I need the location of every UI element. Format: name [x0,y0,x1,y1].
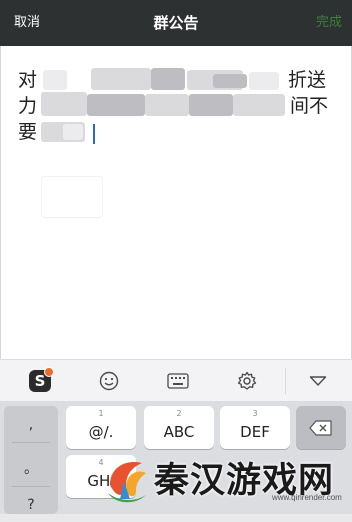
divider [12,486,50,487]
text-line-2: 力 间不 [18,94,328,118]
keyboard-icon [167,373,189,389]
line-1-end: 折送 [288,69,327,91]
key-2-label: ABC [163,423,195,441]
key-2-number: 2 [176,409,182,418]
punctuation-column: , 。 ? [4,406,58,514]
key-3-number: 3 [252,409,258,418]
key-2[interactable]: 2 ABC [144,406,214,449]
comma-key[interactable]: , [4,408,58,442]
settings-icon [237,371,257,390]
collapse-icon [309,376,327,386]
key-1-number: 1 [98,409,104,418]
sogou-logo-button[interactable]: S [14,360,66,402]
line-2-start: 力 [18,95,38,117]
watermark-url: www.qinrender.com [272,493,342,502]
text-line-1: 对 折送 [18,68,326,92]
keyboard-toolbar: S [0,359,352,401]
navigation-bar: 取消 群公告 完成 [0,0,352,46]
delete-key[interactable] [296,406,346,449]
done-button[interactable]: 完成 [316,0,342,46]
text-cursor [93,124,95,144]
faint-placeholder [41,176,103,218]
emoji-button[interactable] [83,360,135,402]
key-3[interactable]: 3 DEF [220,406,290,449]
text-line-3: 要 [18,120,37,144]
key-1[interactable]: 1 @/. [66,406,136,449]
question-key[interactable]: ? [4,488,58,522]
backspace-icon [309,420,332,436]
period-key[interactable]: 。 [4,452,58,486]
line-1-start: 对 [18,69,38,91]
announcement-editor[interactable]: 对 折送 力 间不 要 [0,46,352,359]
toolbar-divider [285,368,286,394]
page-title: 群公告 [153,14,199,32]
key-3-label: DEF [240,423,270,441]
watermark-logo-icon [108,461,146,503]
divider [12,442,50,443]
sogou-logo-icon: S [29,367,54,392]
line-3-start: 要 [18,121,38,143]
keyboard-switch-button[interactable] [152,360,204,402]
notification-dot [44,367,54,377]
collapse-keyboard-button[interactable] [292,360,344,402]
settings-button[interactable] [221,360,273,402]
emoji-icon [99,371,119,391]
key-1-label: @/. [88,423,114,441]
line-2-end: 间不 [290,95,329,117]
